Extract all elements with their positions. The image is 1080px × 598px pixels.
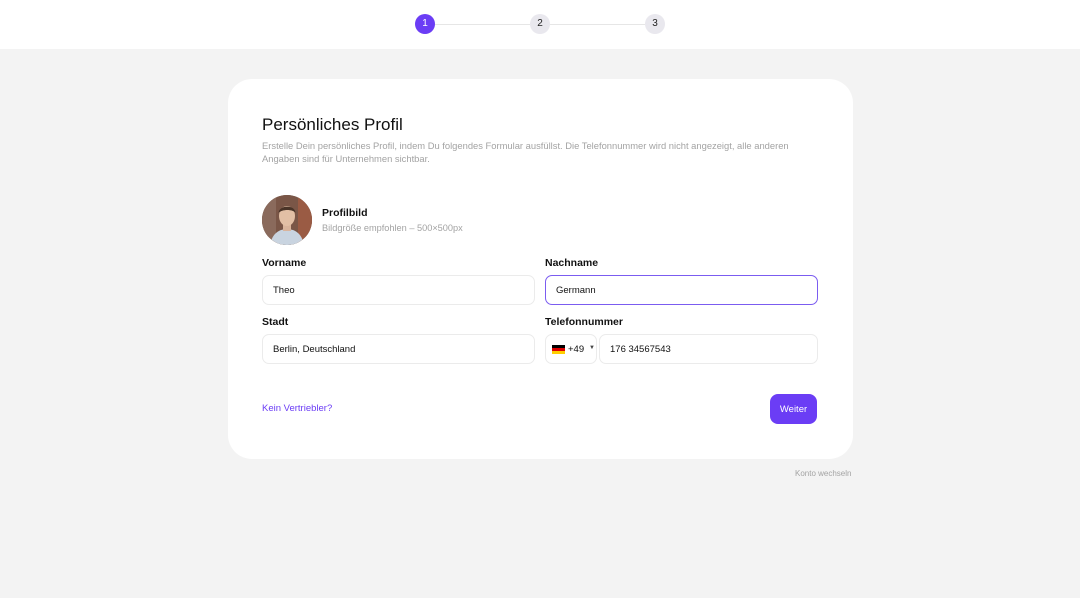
next-button[interactable]: Weiter xyxy=(770,394,817,424)
country-code: +49 xyxy=(568,344,585,355)
step-2[interactable]: 2 xyxy=(530,14,550,34)
not-a-salesperson-link[interactable]: Kein Vertriebler? xyxy=(262,403,332,414)
step-connector xyxy=(550,24,645,25)
avatar[interactable] xyxy=(262,195,312,245)
chevron-down-icon: ▼ xyxy=(589,345,595,351)
city-label: Stadt xyxy=(262,316,289,328)
germany-flag-icon xyxy=(552,345,565,354)
step-3[interactable]: 3 xyxy=(645,14,665,34)
last-name-field[interactable] xyxy=(545,275,818,305)
first-name-label: Vorname xyxy=(262,257,307,269)
progress-stepper: 1 2 3 xyxy=(415,14,665,34)
city-field[interactable] xyxy=(262,334,535,364)
profile-picture-hint: Bildgröße empfohlen – 500×500px xyxy=(322,223,463,233)
phone-label: Telefonnummer xyxy=(545,316,623,328)
phone-field[interactable] xyxy=(599,334,818,364)
last-name-label: Nachname xyxy=(545,257,599,269)
step-connector xyxy=(435,24,530,25)
switch-account-link[interactable]: Konto wechseln xyxy=(795,469,851,478)
country-code-select[interactable]: +49 ▼ xyxy=(545,334,597,364)
step-1[interactable]: 1 xyxy=(415,14,435,34)
profile-form-card: Persönliches Profil Erstelle Dein persön… xyxy=(228,79,853,459)
profile-photo xyxy=(262,195,312,245)
page-description: Erstelle Dein persönliches Profil, indem… xyxy=(262,140,789,164)
profile-picture-title: Profilbild xyxy=(322,207,368,219)
page-title: Persönliches Profil xyxy=(262,115,403,134)
top-bar: 1 2 3 xyxy=(0,0,1080,49)
first-name-field[interactable] xyxy=(262,275,535,305)
